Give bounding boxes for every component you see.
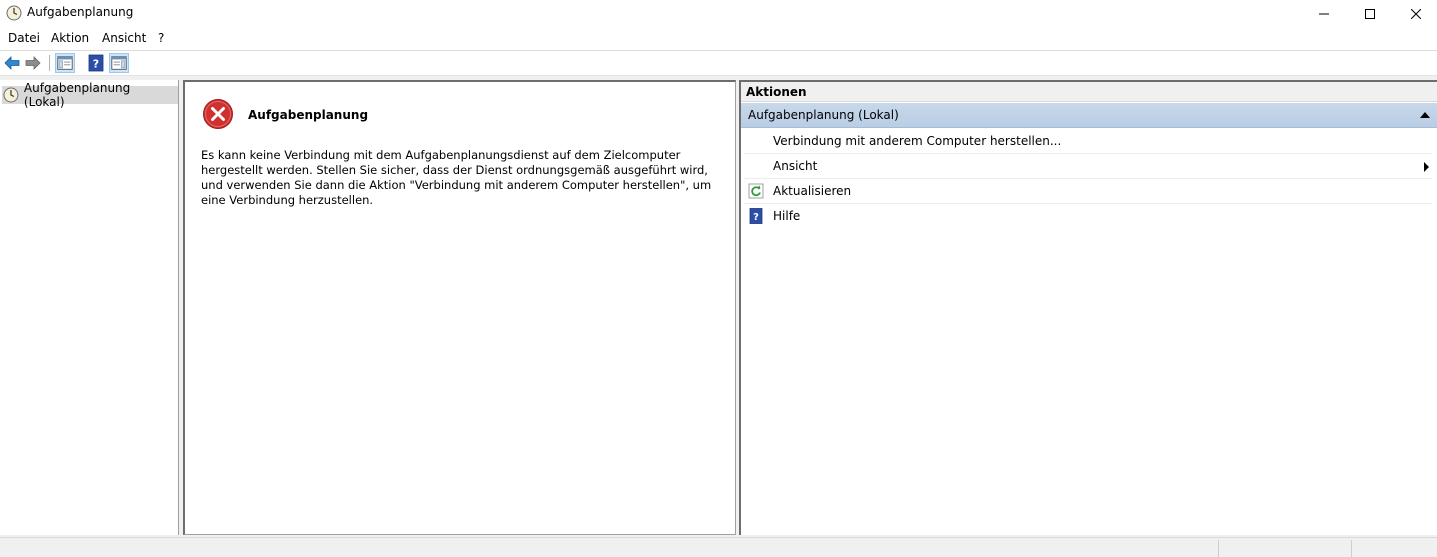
menu-help[interactable]: ?: [158, 31, 164, 45]
mmc-workspace: Aufgabenplanung (Lokal) Aufgabenplanung …: [0, 76, 1437, 537]
svg-text:?: ?: [93, 58, 99, 71]
action-ansicht[interactable]: Ansicht: [744, 154, 1432, 179]
submenu-arrow-icon: [1424, 162, 1429, 172]
minimize-button[interactable]: [1301, 0, 1347, 27]
minimize-icon: [1319, 13, 1329, 14]
error-icon: [203, 99, 233, 129]
close-icon: [1411, 8, 1421, 19]
action-label: Verbindung mit anderem Computer herstell…: [773, 134, 1062, 148]
action-connect-other-computer[interactable]: Verbindung mit anderem Computer herstell…: [744, 129, 1432, 154]
clock-icon: [3, 87, 19, 103]
result-pane: Aufgabenplanung Es kann keine Verbindung…: [183, 80, 736, 535]
toolbar-separator: [49, 55, 50, 71]
maximize-button[interactable]: [1347, 0, 1393, 27]
actions-group-aufgabenplanung[interactable]: Aufgabenplanung (Lokal): [741, 103, 1437, 128]
menu-aktion[interactable]: Aktion: [51, 31, 89, 45]
menu-bar: Datei Aktion Ansicht ?: [0, 28, 1437, 49]
error-title: Aufgabenplanung: [248, 108, 369, 122]
clock-icon: [6, 5, 22, 21]
maximize-icon: [1365, 8, 1375, 19]
action-label: Ansicht: [773, 159, 818, 173]
actions-header: Aktionen: [741, 82, 1437, 102]
title-bar[interactable]: Aufgabenplanung: [0, 0, 1437, 27]
help-icon[interactable]: ?: [87, 54, 105, 72]
forward-arrow-icon[interactable]: [24, 54, 42, 72]
show-hide-console-tree-icon[interactable]: [55, 53, 75, 73]
back-arrow-icon[interactable]: [3, 54, 21, 72]
actions-header-label: Aktionen: [746, 85, 807, 99]
show-hide-action-pane-icon[interactable]: [109, 53, 129, 73]
close-button[interactable]: [1393, 0, 1437, 27]
window-title: Aufgabenplanung: [27, 5, 134, 19]
menu-datei[interactable]: Datei: [8, 31, 40, 45]
error-message: Es kann keine Verbindung mit dem Aufgabe…: [201, 148, 712, 207]
collapse-caret-icon[interactable]: [1420, 112, 1430, 118]
actions-pane: Aktionen Aufgabenplanung (Lokal) Verbind…: [739, 80, 1437, 535]
action-label: Hilfe: [773, 209, 801, 223]
status-separator: [1218, 540, 1219, 557]
action-aktualisieren[interactable]: Aktualisieren: [744, 179, 1432, 204]
refresh-icon: [748, 183, 764, 199]
menu-ansicht[interactable]: Ansicht: [102, 31, 146, 45]
status-bar: [0, 537, 1437, 557]
actions-group-label: Aufgabenplanung (Lokal): [748, 108, 899, 122]
action-label: Aktualisieren: [773, 184, 852, 198]
tree-node-label: Aufgabenplanung (Lokal): [23, 81, 131, 109]
svg-text:?: ?: [753, 212, 759, 223]
tree-node-aufgabenplanung-lokal[interactable]: Aufgabenplanung (Lokal): [2, 81, 178, 109]
toolbar: ?: [0, 51, 1437, 75]
console-tree-pane[interactable]: Aufgabenplanung (Lokal): [0, 80, 179, 535]
help-icon: ?: [749, 208, 763, 224]
status-separator: [1351, 540, 1352, 557]
action-hilfe[interactable]: ? Hilfe: [744, 204, 1432, 229]
